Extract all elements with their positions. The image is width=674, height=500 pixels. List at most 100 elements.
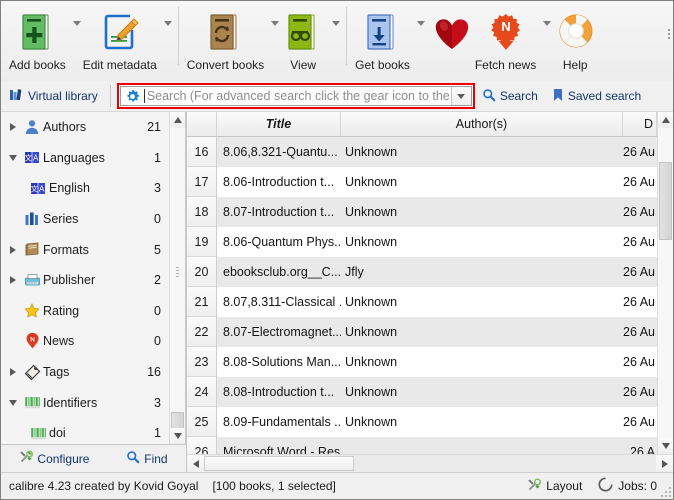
sidebar-item-identifiers[interactable]: Identifiers 3 <box>1 387 169 418</box>
scrollbar-thumb[interactable] <box>204 456 354 471</box>
column-header-number[interactable] <box>187 112 217 136</box>
cell-date[interactable]: 26 Au <box>623 235 657 249</box>
cell-authors[interactable]: Unknown <box>341 385 623 399</box>
cell-title[interactable]: 8.06,8.321-Quantu... <box>217 145 341 159</box>
cell-authors[interactable]: Unknown <box>341 415 623 429</box>
cell-date[interactable]: 26 Au <box>623 175 657 189</box>
scroll-left-button[interactable] <box>187 455 204 472</box>
toolbar-button-get-books[interactable]: Get books <box>353 5 412 72</box>
cell-date[interactable]: 26 Au <box>623 325 657 339</box>
cell-date[interactable]: 26 Au <box>623 205 657 219</box>
layout-button[interactable]: Layout <box>527 477 582 495</box>
toolbar-button-donate[interactable] <box>425 5 473 58</box>
sidebar-item-tags[interactable]: Tags 16 <box>1 357 169 388</box>
search-history-dropdown[interactable] <box>450 87 471 105</box>
sidebar-item-rating[interactable]: Rating 0 <box>1 296 169 327</box>
column-header-date[interactable]: D <box>623 112 657 136</box>
saved-search-button[interactable]: Saved search <box>545 86 648 107</box>
cell-date[interactable]: 26 A <box>623 445 657 454</box>
jobs-button[interactable]: Jobs: 0 <box>598 477 657 495</box>
book-list-horizontal-scrollbar[interactable] <box>187 454 673 472</box>
scroll-up-button[interactable] <box>170 112 185 128</box>
cell-authors[interactable]: Unknown <box>341 145 623 159</box>
cell-authors[interactable]: Unknown <box>341 205 623 219</box>
cell-date[interactable]: 26 Au <box>623 355 657 369</box>
cell-authors[interactable]: Jfly <box>341 265 623 279</box>
cell-title[interactable]: ebooksclub.org__C... <box>217 265 341 279</box>
toolbar-menu-arrow-edit-metadata[interactable] <box>163 21 172 26</box>
table-row[interactable]: 19 8.06-Quantum Phys... Unknown 26 Au <box>187 227 657 257</box>
sidebar-item-publisher[interactable]: Publisher 2 <box>1 265 169 296</box>
scroll-right-button[interactable] <box>656 455 673 472</box>
table-row[interactable]: 18 8.07-Introduction t... Unknown 26 Au <box>187 197 657 227</box>
table-row[interactable]: 25 8.09-Fundamentals ... Unknown 26 Au <box>187 407 657 437</box>
table-row[interactable]: 17 8.06-Introduction t... Unknown 26 Au <box>187 167 657 197</box>
chevron-down-icon[interactable] <box>5 154 21 161</box>
column-header-title[interactable]: Title <box>217 112 341 136</box>
cell-title[interactable]: 8.06-Introduction t... <box>217 175 341 189</box>
virtual-library-button[interactable]: Virtual library <box>5 86 104 107</box>
toolbar-button-view[interactable]: View <box>279 5 327 72</box>
cell-title[interactable]: 8.06-Quantum Phys... <box>217 235 341 249</box>
toolbar-menu-arrow-view[interactable] <box>332 21 341 26</box>
cell-authors[interactable]: Unknown <box>341 235 623 249</box>
search-input[interactable] <box>144 87 451 105</box>
configure-button[interactable]: Configure <box>19 450 89 467</box>
scroll-up-button[interactable] <box>658 112 673 128</box>
chevron-down-icon[interactable] <box>5 399 21 406</box>
cell-title[interactable]: 8.08-Introduction t... <box>217 385 341 399</box>
toolbar-button-fetch-news[interactable]: N Fetch news <box>473 5 538 72</box>
toolbar-menu-arrow-get-books[interactable] <box>416 21 425 26</box>
cell-date[interactable]: 26 Au <box>623 145 657 159</box>
scrollbar-thumb[interactable] <box>659 162 672 240</box>
chevron-right-icon[interactable] <box>5 276 21 285</box>
cell-date[interactable]: 26 Au <box>623 265 657 279</box>
chevron-right-icon[interactable] <box>5 368 21 377</box>
cell-title[interactable]: 8.07,8.311-Classical ... <box>217 295 341 309</box>
cell-title[interactable]: 8.08-Solutions Man... <box>217 355 341 369</box>
table-row[interactable]: 20 ebooksclub.org__C... Jfly 26 Au <box>187 257 657 287</box>
toolbar-button-add-books[interactable]: Add books <box>7 5 68 72</box>
cell-date[interactable]: 26 Au <box>623 385 657 399</box>
sidebar-item-english[interactable]: 文 A English 3 <box>1 173 169 204</box>
horizontal-scroll-track[interactable] <box>204 455 656 472</box>
table-row[interactable]: 22 8.07-Electromagnet... Unknown 26 Au <box>187 317 657 347</box>
cell-title[interactable]: 8.07-Introduction t... <box>217 205 341 219</box>
table-row[interactable]: 16 8.06,8.321-Quantu... Unknown 26 Au <box>187 137 657 167</box>
toolbar-button-edit-metadata[interactable]: Edit metadata <box>81 5 159 72</box>
sidebar-item-doi[interactable]: doi 1 <box>1 418 169 444</box>
table-row[interactable]: 21 8.07,8.311-Classical ... Unknown 26 Au <box>187 287 657 317</box>
toolbar-button-convert-books[interactable]: Convert books <box>185 5 266 72</box>
table-row[interactable]: 24 8.08-Introduction t... Unknown 26 Au <box>187 377 657 407</box>
scroll-down-button[interactable] <box>658 438 673 454</box>
table-row[interactable]: 26 Microsoft Word - Res... 26 A <box>187 437 657 454</box>
search-button[interactable]: Search <box>475 86 545 107</box>
overflow-dots-icon[interactable] <box>668 29 670 39</box>
cell-title[interactable]: Microsoft Word - Res... <box>217 445 341 454</box>
column-header-authors[interactable]: Author(s) <box>341 112 623 136</box>
toolbar-menu-arrow-convert-books[interactable] <box>271 21 280 26</box>
tag-browser-vertical-scrollbar[interactable] <box>169 112 185 444</box>
toolbar-button-help[interactable]: Help <box>551 5 599 72</box>
find-button[interactable]: Find <box>126 450 168 467</box>
table-row[interactable]: 23 8.08-Solutions Man... Unknown 26 Au <box>187 347 657 377</box>
chevron-right-icon[interactable] <box>5 245 21 254</box>
cell-title[interactable]: 8.09-Fundamentals ... <box>217 415 341 429</box>
resize-grip-icon[interactable] <box>661 487 671 497</box>
toolbar-menu-arrow-fetch-news[interactable] <box>543 21 552 26</box>
sidebar-item-formats[interactable]: Formats 5 <box>1 234 169 265</box>
cell-authors[interactable]: Unknown <box>341 175 623 189</box>
cell-date[interactable]: 26 Au <box>623 295 657 309</box>
toolbar-menu-arrow-add-books[interactable] <box>72 21 81 26</box>
cell-authors[interactable]: Unknown <box>341 325 623 339</box>
sidebar-item-languages[interactable]: 文 A Languages 1 <box>1 143 169 174</box>
search-field[interactable] <box>119 86 472 106</box>
sidebar-item-series[interactable]: Series 0 <box>1 204 169 235</box>
scroll-down-button[interactable] <box>170 428 185 444</box>
cell-date[interactable]: 26 Au <box>623 415 657 429</box>
chevron-right-icon[interactable] <box>5 123 21 132</box>
cell-authors[interactable]: Unknown <box>341 295 623 309</box>
cell-authors[interactable]: Unknown <box>341 355 623 369</box>
book-list-vertical-scrollbar[interactable] <box>657 112 673 454</box>
cell-title[interactable]: 8.07-Electromagnet... <box>217 325 341 339</box>
